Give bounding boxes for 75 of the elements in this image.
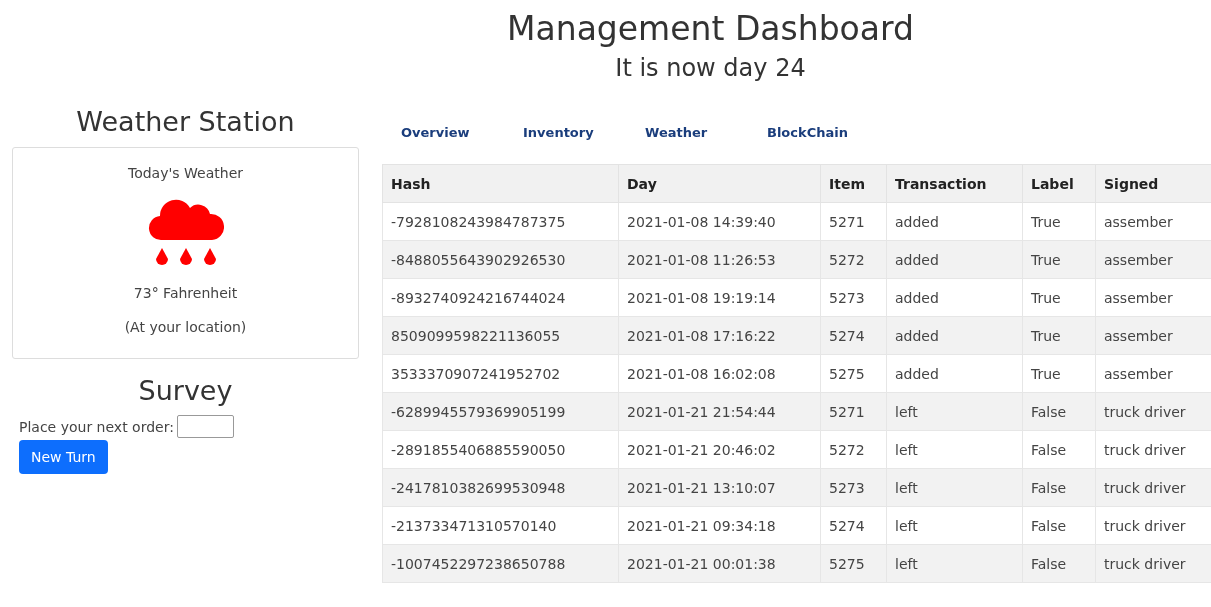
table-cell: -1007452297238650788: [382, 544, 619, 583]
table-cell: 5272: [820, 430, 887, 469]
page-title: Management Dashboard: [507, 8, 914, 50]
table-cell: True: [1022, 202, 1096, 241]
table-cell: 2021-01-21 21:54:44: [618, 392, 821, 431]
temperature-text: 73° Fahrenheit: [133, 284, 238, 302]
table-cell: 2021-01-08 11:26:53: [618, 240, 821, 279]
table-cell: False: [1022, 468, 1096, 507]
table-cell: 5274: [820, 506, 887, 545]
table-cell: False: [1022, 544, 1096, 583]
table-cell: added: [886, 240, 1023, 279]
table-cell: True: [1022, 240, 1096, 279]
table-cell: -213733471310570140: [382, 506, 619, 545]
table-cell: False: [1022, 430, 1096, 469]
table-cell: left: [886, 392, 1023, 431]
table-cell: 2021-01-08 19:19:14: [618, 278, 821, 317]
nav-tab[interactable]: Weather: [645, 124, 767, 164]
column-header: Hash: [382, 164, 619, 203]
table-cell: False: [1022, 506, 1096, 545]
table-cell: True: [1022, 278, 1096, 317]
table-cell: 2021-01-21 20:46:02: [618, 430, 821, 469]
table-cell: -7928108243984787375: [382, 202, 619, 241]
table-cell: left: [886, 430, 1023, 469]
table-cell: added: [886, 278, 1023, 317]
table-cell: 2021-01-08 16:02:08: [618, 354, 821, 393]
table-cell: -2891855406885590050: [382, 430, 619, 469]
column-header: Transaction: [886, 164, 1023, 203]
table-cell: 2021-01-21 13:10:07: [618, 468, 821, 507]
table-cell: left: [886, 506, 1023, 545]
section-title: Weather Station: [76, 105, 295, 139]
new-turn-button[interactable]: New Turn: [19, 440, 108, 474]
table-cell: False: [1022, 392, 1096, 431]
table-cell: 2021-01-08 14:39:40: [618, 202, 821, 241]
table-cell: -6289945579369905199: [382, 392, 619, 431]
nav-tab[interactable]: BlockChain: [767, 124, 889, 164]
table-cell: 2021-01-21 00:01:38: [618, 544, 821, 583]
table-cell: 5271: [820, 392, 887, 431]
table-cell: 2021-01-21 09:34:18: [618, 506, 821, 545]
table-cell: 8509099598221136055: [382, 316, 619, 355]
table-cell: -8932740924216744024: [382, 278, 619, 317]
table-cell: left: [886, 544, 1023, 583]
nav-tab[interactable]: Inventory: [523, 124, 645, 164]
column-header: Day: [618, 164, 821, 203]
nav-tab[interactable]: Overview: [401, 124, 523, 164]
column-header: Item: [820, 164, 887, 203]
table-cell: -2417810382699530948: [382, 468, 619, 507]
table-cell: 5273: [820, 468, 887, 507]
table-cell: added: [886, 316, 1023, 355]
card-title: Today's Weather: [128, 164, 243, 182]
table-cell: 5275: [820, 544, 887, 583]
table-cell: 5272: [820, 240, 887, 279]
order-label: Place your next order:: [19, 418, 174, 435]
table-cell: truck driver: [1095, 544, 1211, 583]
table-cell: 5273: [820, 278, 887, 317]
column-header: Signed: [1095, 164, 1211, 203]
table-cell: 5275: [820, 354, 887, 393]
table-cell: added: [886, 354, 1023, 393]
table-cell: left: [886, 468, 1023, 507]
order-input-field[interactable]: [176, 415, 234, 438]
table-cell: 5274: [820, 316, 887, 355]
table-cell: assember: [1095, 316, 1211, 355]
table-cell: True: [1022, 316, 1096, 355]
table-cell: added: [886, 202, 1023, 241]
column-header: Label: [1022, 164, 1096, 203]
section-title: Survey: [138, 374, 233, 408]
table-cell: 2021-01-08 17:16:22: [618, 316, 821, 355]
table-cell: truck driver: [1095, 468, 1211, 507]
day-subtitle: It is now day 24: [615, 53, 806, 84]
table-cell: truck driver: [1095, 392, 1211, 431]
table-cell: assember: [1095, 240, 1211, 279]
table-cell: -8488055643902926530: [382, 240, 619, 279]
table-cell: 5271: [820, 202, 887, 241]
location-text: (At your location): [124, 318, 247, 336]
table-cell: True: [1022, 354, 1096, 393]
table-cell: 3533370907241952702: [382, 354, 619, 393]
